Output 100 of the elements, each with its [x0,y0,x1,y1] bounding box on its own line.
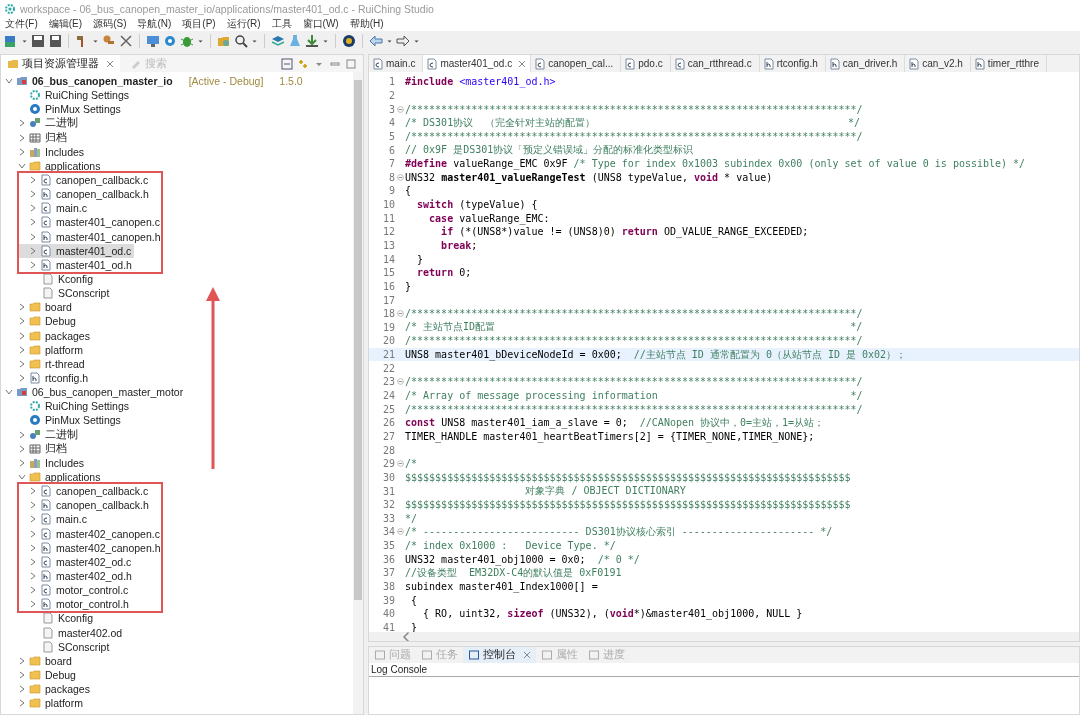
chevron-icon[interactable] [29,218,37,227]
fold-icon[interactable] [396,105,404,113]
chevron-icon[interactable] [18,161,26,170]
tree-item[interactable]: 归档 [1,441,70,456]
tree-item[interactable]: Kconfig [1,271,97,287]
chevron-icon[interactable] [29,543,37,552]
tree-item[interactable]: master402.od [1,625,126,640]
tree-item[interactable]: master401_canopen.c [19,215,163,230]
tree-item[interactable]: applications [1,158,104,173]
fold-icon[interactable] [396,378,404,386]
chevron-icon[interactable] [29,190,37,199]
panel-tab[interactable]: 项目资源管理器 [1,55,120,72]
chevron-icon[interactable] [18,119,26,128]
menu-item[interactable]: 帮助(H) [349,17,384,31]
chevron-icon[interactable] [5,77,13,86]
chevron-icon[interactable] [29,204,37,213]
chevron-icon[interactable] [18,444,26,453]
maximize-icon[interactable] [345,57,357,70]
chevron-icon[interactable] [18,147,26,156]
tree-item[interactable]: 06_bus_canopen_master_motor [1,385,187,400]
editor-tab[interactable]: can_driver.h [825,55,906,72]
link-icon[interactable] [297,57,309,70]
tree-item[interactable]: main.c [19,512,90,527]
tree-item[interactable]: master401_od.h [19,257,135,272]
tree-item[interactable]: Debug [1,667,79,683]
chevron-icon[interactable] [18,331,26,340]
tree-item[interactable]: master402_canopen.h [19,540,164,555]
tree-item[interactable]: master401_od.c [19,243,135,258]
editor-tab[interactable]: canopen_cal... [531,55,622,72]
tree-item[interactable]: platform [1,342,86,357]
back-arrow-icon[interactable] [369,34,383,48]
tree-item[interactable]: motor_control.h [19,597,132,612]
chevron-icon[interactable] [29,572,37,580]
tree-item[interactable]: 归档 [1,130,70,145]
tree-item[interactable]: master402_od.h [19,568,135,584]
close-icon[interactable] [518,59,527,68]
chevron-icon[interactable] [18,458,26,467]
editor-tab[interactable]: can_rtthread.c [670,55,760,72]
tree-item[interactable]: applications [1,469,104,485]
chevron-icon[interactable] [29,246,37,255]
chevron-icon[interactable] [18,345,26,354]
database-icon[interactable] [4,34,18,48]
fold-icon[interactable] [396,173,404,181]
download-icon[interactable] [305,34,319,48]
menu-item[interactable]: 工具 [271,17,292,31]
tree-item[interactable]: board [1,653,75,668]
tree-item[interactable]: Includes [1,455,88,470]
tree-item[interactable]: SConscript [1,639,113,654]
chevron-icon[interactable] [29,557,37,566]
chevron-icon[interactable] [18,473,26,481]
tree-item[interactable]: canopen_callback.c [19,484,152,499]
menu-item[interactable]: 导航(N) [137,17,172,31]
bug-icon[interactable] [180,34,194,48]
menu-item[interactable]: 窗口(W) [302,17,339,31]
tree-item[interactable]: packages [1,682,93,697]
menu-item[interactable]: 源码(S) [93,17,127,31]
tree-item[interactable]: 二进制 [1,427,81,442]
chevron-icon[interactable] [29,501,37,510]
save-icon[interactable] [31,34,45,48]
chevron-icon[interactable] [18,670,26,679]
chevron-icon[interactable] [29,232,37,241]
tree-item[interactable]: RuiChing Settings [1,88,133,103]
chevron-icon[interactable] [29,529,37,538]
tree-item[interactable]: Kconfig [1,611,97,626]
chevron-icon[interactable] [29,600,37,609]
editor-tab[interactable]: can_v2.h [905,55,971,72]
tree-item[interactable]: RuiChing Settings [1,399,133,414]
fold-icon[interactable] [396,460,404,468]
chevron-icon[interactable] [18,374,26,382]
chevron-icon[interactable] [5,388,13,397]
tree-item[interactable]: canopen_callback.h [19,498,152,513]
tree-item[interactable]: Debug [1,314,79,329]
tree-item[interactable]: packages [1,328,93,343]
editor-tab[interactable]: timer_rtthre [970,55,1047,72]
chevron-icon[interactable] [18,133,26,142]
editor-tab[interactable]: master401_od.c [423,55,532,72]
tree-item[interactable]: master401_canopen.h [19,229,164,244]
forward-arrow-icon[interactable] [396,34,410,48]
tree-item[interactable]: canopen_callback.h [19,187,152,202]
tree-item[interactable]: master402_od.c [19,554,135,569]
tree-item[interactable]: 06_bus_canopen_master_io [Active - Debug] 1.5.0 [1,74,306,89]
chevron-icon[interactable] [29,586,37,595]
chevron-icon[interactable] [29,487,37,496]
tree-item[interactable]: platform [1,696,86,711]
tree-item[interactable]: main.c [19,201,90,216]
monitor-icon[interactable] [146,34,160,48]
tree-item[interactable]: master402_canopen.c [19,526,163,541]
chevron-icon[interactable] [29,515,37,524]
tree-item[interactable]: rt-thread [1,356,88,371]
chevron-icon[interactable] [18,685,26,694]
panel-tab[interactable]: 控制台 [463,647,536,663]
menu-item[interactable]: 运行(R) [226,17,261,31]
fold-icon[interactable] [396,528,404,536]
tree-item[interactable]: canopen_callback.c [19,173,152,188]
chevron-icon[interactable] [18,359,26,368]
chevron-icon[interactable] [18,303,26,312]
tree-item[interactable]: PinMux Settings [1,413,124,428]
globe-icon[interactable] [342,34,356,48]
fold-icon[interactable] [396,310,404,318]
tree-item[interactable]: PinMux Settings [1,102,124,117]
